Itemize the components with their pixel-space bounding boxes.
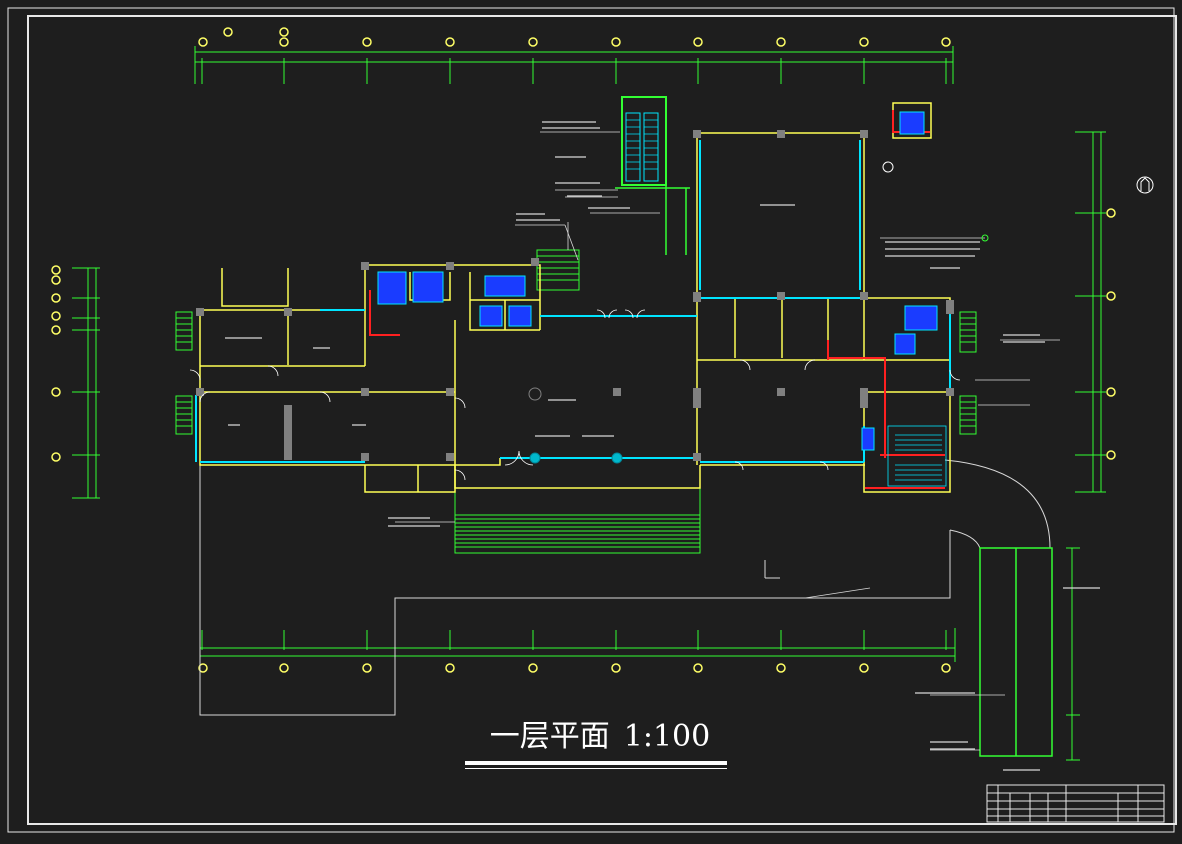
grid-axis-bubble-icon	[941, 663, 951, 673]
ramp	[979, 547, 1053, 757]
drawing-title: 一层平面 1:100	[470, 712, 730, 762]
north-arrow-icon	[1136, 176, 1154, 194]
grid-axis-bubble-icon	[51, 275, 61, 285]
top-axis-bubbles	[198, 27, 951, 47]
north-stair-tower	[615, 96, 690, 255]
column-icon	[860, 130, 868, 138]
column-icon	[284, 405, 292, 460]
grid-axis-bubble-icon	[445, 663, 455, 673]
column-icon	[693, 453, 701, 461]
column-icon	[284, 308, 292, 316]
column-icon	[361, 262, 369, 270]
right-dimension-chain	[1075, 131, 1106, 493]
column-icon	[529, 452, 541, 464]
column-icon	[946, 388, 954, 396]
grid-axis-bubble-icon	[1106, 208, 1116, 218]
round-columns	[528, 387, 623, 464]
grid-axis-bubble-icon	[51, 452, 61, 462]
grid-axis-bubble-icon	[51, 311, 61, 321]
column-icon	[946, 300, 954, 314]
door-swing-icon	[734, 461, 829, 471]
grid-axis-bubble-icon	[51, 325, 61, 335]
leader-lines	[395, 131, 1060, 751]
column-icon	[693, 292, 701, 302]
grid-axis-bubble-icon	[1106, 450, 1116, 460]
drawing-title-text: 一层平面	[489, 719, 610, 754]
column-icon	[777, 292, 785, 300]
door-swing-icon	[189, 369, 201, 381]
grid-axis-bubble-icon	[776, 37, 786, 47]
column-icon	[613, 388, 621, 396]
grid-axis-bubble-icon	[198, 37, 208, 47]
cad-drawing-sheet: 一层平面 1:100	[0, 0, 1182, 840]
column-icon	[531, 258, 539, 266]
structural-columns	[196, 130, 954, 461]
door-swing-icon	[267, 365, 279, 377]
top-dimension-chain	[194, 46, 954, 84]
column-icon	[860, 388, 868, 408]
grid-axis-bubble-icon	[279, 37, 289, 47]
side-steps	[175, 249, 977, 435]
entrance-steps	[454, 488, 701, 554]
leader-dots	[882, 161, 989, 242]
door-swing-icon	[319, 391, 331, 403]
grid-axis-bubble-icon	[776, 663, 786, 673]
grid-axis-bubble-icon	[1106, 291, 1116, 301]
grid-axis-bubble-icon	[859, 37, 869, 47]
column-icon	[361, 453, 369, 461]
bottom-dimension-chain	[199, 628, 956, 662]
grid-axis-bubble-icon	[445, 37, 455, 47]
column-icon	[196, 308, 204, 316]
grid-axis-bubble-icon	[362, 37, 372, 47]
column-icon	[860, 292, 868, 300]
grid-axis-bubble-icon	[528, 663, 538, 673]
title-block	[986, 784, 1165, 823]
grid-axis-bubble-icon	[611, 663, 621, 673]
grid-axis-bubble-icon	[223, 27, 233, 37]
curtain-wall-glazing	[195, 140, 951, 463]
door-swing-icon	[454, 397, 466, 409]
grid-axis-bubble-icon	[528, 37, 538, 47]
grid-axis-bubble-icon	[693, 663, 703, 673]
door-swing-icon	[739, 359, 751, 371]
grid-axis-bubble-icon	[693, 37, 703, 47]
grid-axis-bubble-icon	[51, 265, 61, 275]
grid-axis-bubble-icon	[51, 293, 61, 303]
grid-axis-bubble-icon	[279, 27, 289, 37]
column-icon	[528, 387, 542, 401]
title-underline-thin	[465, 768, 727, 769]
grid-axis-bubble-icon	[611, 37, 621, 47]
column-icon	[446, 262, 454, 270]
left-axis-bubbles	[51, 265, 61, 462]
left-dimension-chain	[72, 267, 100, 499]
grid-axis-bubble-icon	[279, 663, 289, 673]
annotation-text-marks	[225, 121, 1100, 771]
drawing-scale: 1:100	[623, 719, 711, 754]
column-icon	[361, 388, 369, 396]
grid-axis-bubble-icon	[1106, 387, 1116, 397]
door-swings	[189, 309, 961, 481]
grid-axis-bubble-icon	[362, 663, 372, 673]
column-icon	[777, 130, 785, 138]
grid-axis-bubble-icon	[859, 663, 869, 673]
column-icon	[446, 388, 454, 396]
door-swing-icon	[804, 359, 816, 371]
column-icon	[777, 388, 785, 396]
door-swing-icon	[949, 369, 961, 381]
door-swing-icon	[454, 469, 466, 481]
right-axis-bubbles	[1106, 208, 1116, 460]
title-underline-thick	[465, 761, 727, 765]
bottom-axis-bubbles	[198, 663, 951, 673]
grid-axis-bubble-icon	[51, 387, 61, 397]
grid-axis-bubble-icon	[941, 37, 951, 47]
column-icon	[693, 130, 701, 138]
column-icon	[693, 388, 701, 408]
ramp-dimension	[1066, 547, 1080, 761]
column-icon	[446, 453, 454, 461]
column-icon	[611, 452, 623, 464]
site-outline	[199, 459, 1051, 716]
